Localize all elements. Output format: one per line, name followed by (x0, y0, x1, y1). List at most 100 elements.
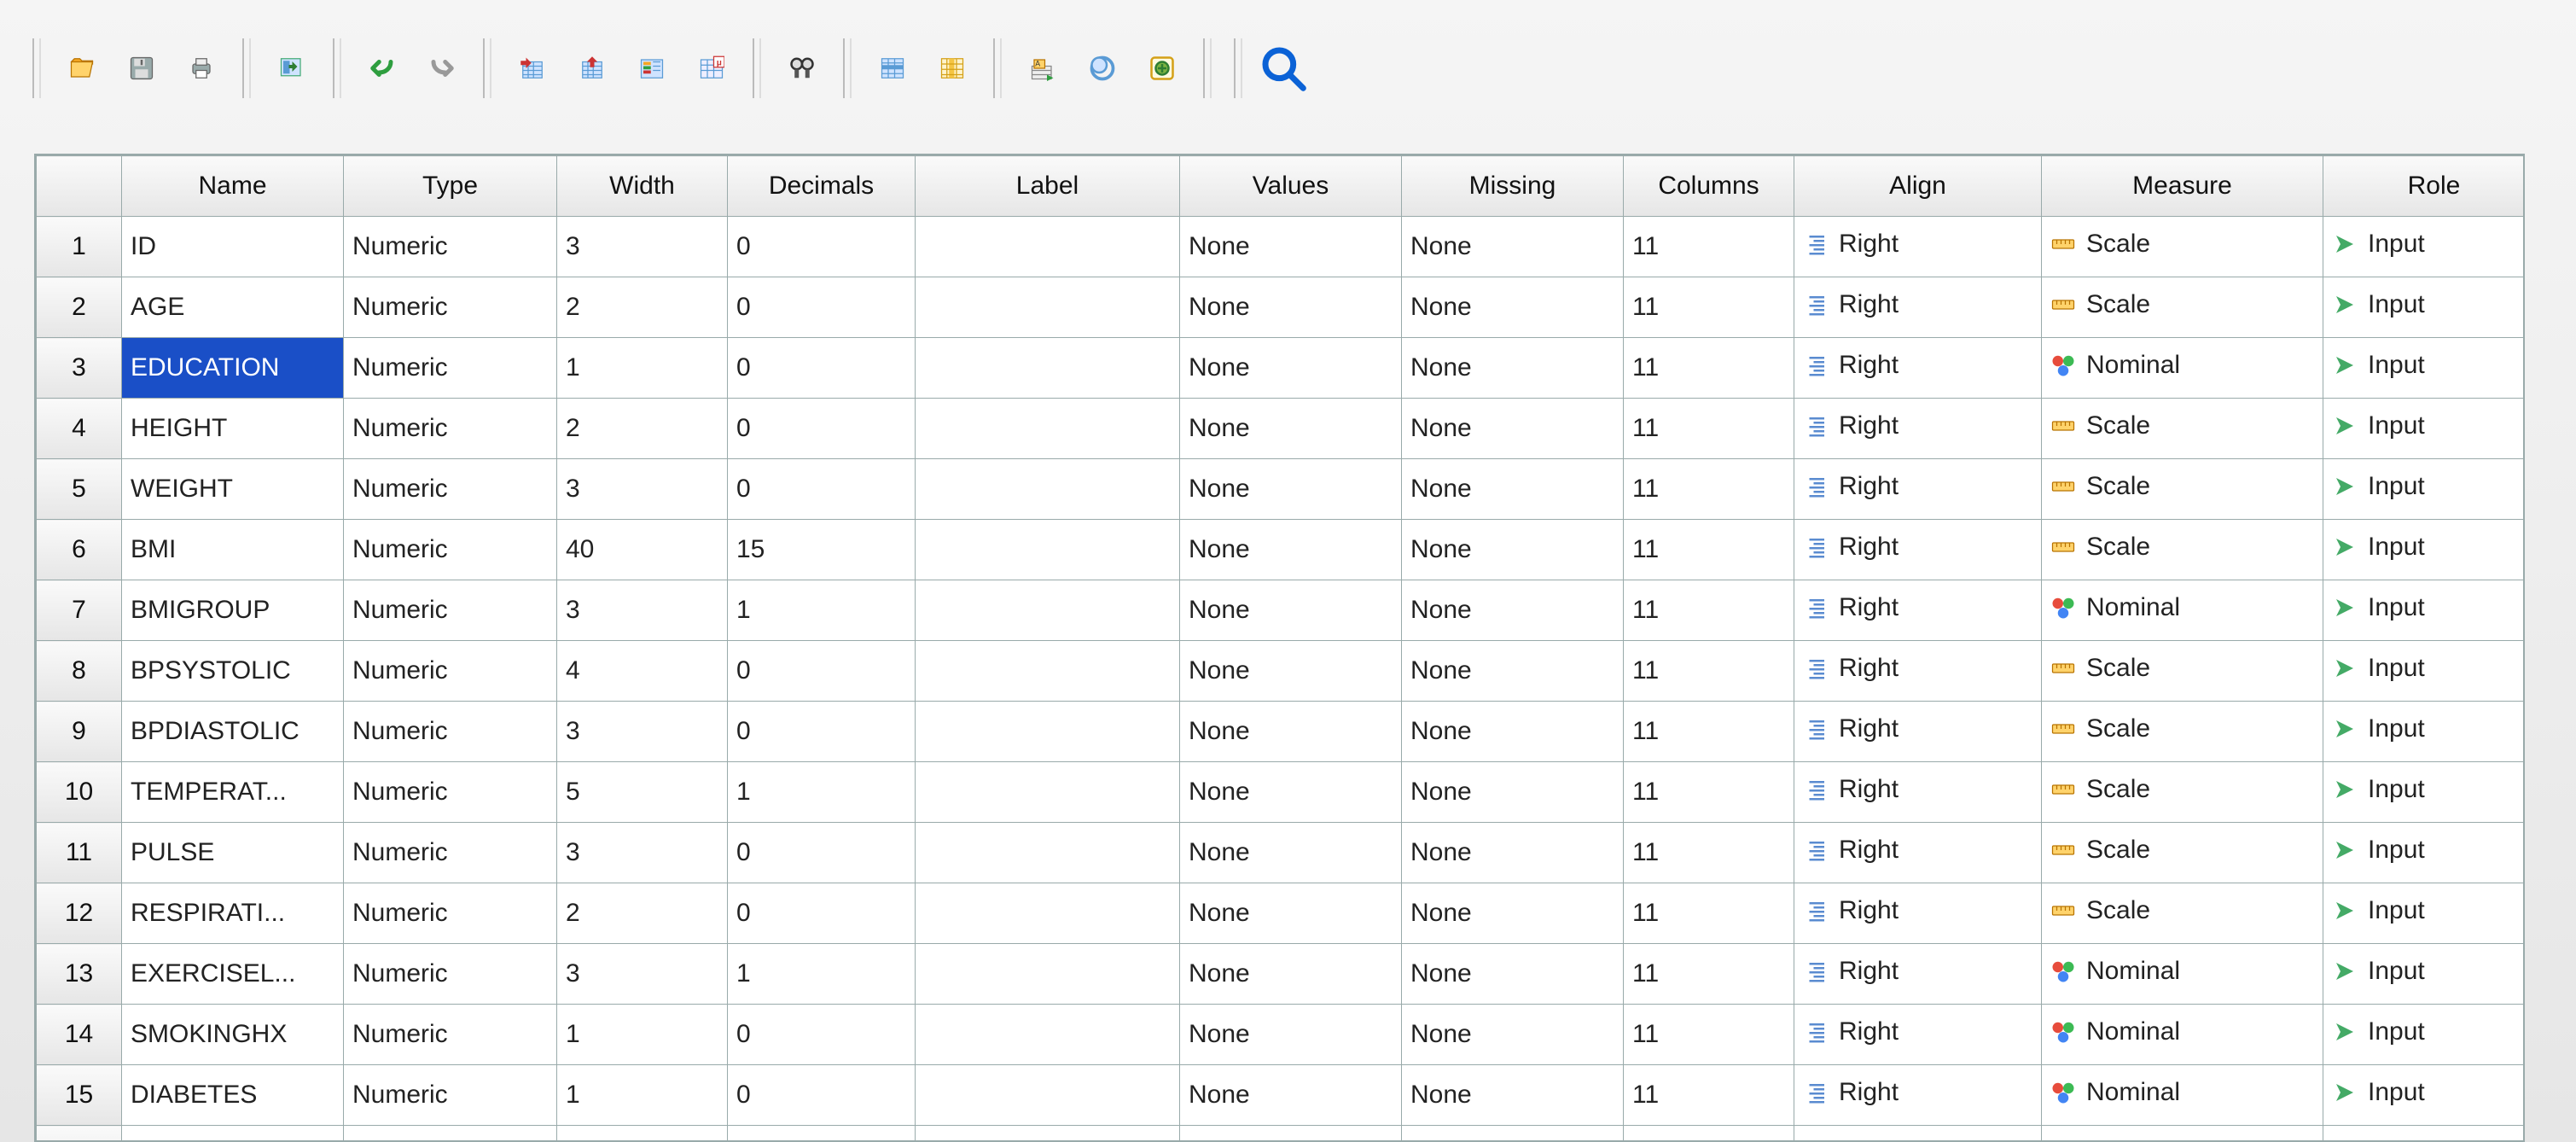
cell-missing[interactable]: None (1402, 277, 1624, 338)
table-row[interactable]: 6BMINumeric4015NoneNone11RightScaleInput (37, 520, 2526, 580)
cell-missing[interactable] (1402, 1126, 1624, 1142)
cell-decimals[interactable]: 0 (728, 277, 916, 338)
cell-values[interactable]: None (1180, 277, 1402, 338)
row-header[interactable]: 11 (37, 823, 122, 883)
cell-missing[interactable]: None (1402, 702, 1624, 762)
cell-align[interactable]: Right (1794, 338, 2042, 399)
col-header-align[interactable]: Align (1794, 156, 2042, 217)
cell-type[interactable]: Numeric (344, 1065, 557, 1126)
cell-name[interactable]: BMIGROUP (122, 580, 344, 641)
cell-type[interactable]: Numeric (344, 399, 557, 459)
cell-width[interactable]: 2 (557, 277, 728, 338)
cell-measure[interactable]: Scale (2042, 459, 2323, 520)
cell-measure[interactable] (2042, 1126, 2323, 1142)
cell-label[interactable] (916, 1065, 1180, 1126)
table-row[interactable]: 4HEIGHTNumeric20NoneNone11RightScaleInpu… (37, 399, 2526, 459)
cell-width[interactable]: 2 (557, 399, 728, 459)
cell-role[interactable]: Input (2323, 338, 2526, 399)
cell-values[interactable]: None (1180, 580, 1402, 641)
cell-width[interactable]: 3 (557, 702, 728, 762)
cell-measure[interactable]: Scale (2042, 641, 2323, 702)
print-button[interactable] (176, 43, 227, 94)
cell-columns[interactable] (1624, 1126, 1794, 1142)
cell-decimals[interactable]: 0 (728, 1065, 916, 1126)
run-descriptives-button[interactable]: μ (686, 43, 737, 94)
cell-name[interactable]: EXERCISEL... (122, 944, 344, 1005)
search-button[interactable] (1258, 43, 1309, 94)
col-header-missing[interactable]: Missing (1402, 156, 1624, 217)
cell-label[interactable] (916, 944, 1180, 1005)
cell-align[interactable]: Right (1794, 1065, 2042, 1126)
cell-values[interactable]: None (1180, 459, 1402, 520)
goto-variable-button[interactable] (567, 43, 618, 94)
col-header-measure[interactable]: Measure (2042, 156, 2323, 217)
table-row[interactable]: 3EDUCATIONNumeric10NoneNone11RightNomina… (37, 338, 2526, 399)
row-header[interactable]: 14 (37, 1005, 122, 1065)
save-button[interactable] (116, 43, 167, 94)
cell-columns[interactable]: 11 (1624, 762, 1794, 823)
cell-measure[interactable]: Scale (2042, 217, 2323, 277)
cell-values[interactable]: None (1180, 823, 1402, 883)
col-header-columns[interactable]: Columns (1624, 156, 1794, 217)
cell-name[interactable]: BPDIASTOLIC (122, 702, 344, 762)
cell-columns[interactable]: 11 (1624, 399, 1794, 459)
cell-name[interactable]: AGE (122, 277, 344, 338)
insert-variable-button[interactable] (927, 43, 978, 94)
cell-role[interactable]: Input (2323, 520, 2526, 580)
cell-measure[interactable]: Scale (2042, 883, 2323, 944)
row-header[interactable]: 9 (37, 702, 122, 762)
cell-columns[interactable]: 11 (1624, 580, 1794, 641)
cell-type[interactable]: Numeric (344, 641, 557, 702)
undo-button[interactable] (357, 43, 408, 94)
cell-role[interactable]: Input (2323, 702, 2526, 762)
col-header-label[interactable]: Label (916, 156, 1180, 217)
cell-role[interactable]: Input (2323, 1065, 2526, 1126)
cell-label[interactable] (916, 217, 1180, 277)
cell-label[interactable] (916, 399, 1180, 459)
table-row[interactable]: 13EXERCISEL...Numeric31NoneNone11RightNo… (37, 944, 2526, 1005)
table-row[interactable]: 15DIABETESNumeric10NoneNone11RightNomina… (37, 1065, 2526, 1126)
cell-type[interactable]: Numeric (344, 217, 557, 277)
cell-values[interactable]: None (1180, 641, 1402, 702)
row-header[interactable]: 13 (37, 944, 122, 1005)
cell-measure[interactable]: Scale (2042, 520, 2323, 580)
cell-decimals[interactable]: 0 (728, 883, 916, 944)
table-row[interactable]: 11PULSENumeric30NoneNone11RightScaleInpu… (37, 823, 2526, 883)
cell-decimals[interactable]: 1 (728, 580, 916, 641)
variable-view-grid[interactable]: Name Type Width Decimals Label Values Mi… (34, 154, 2525, 1142)
redo-button[interactable] (416, 43, 468, 94)
split-file-button[interactable]: A (1017, 43, 1068, 94)
table-row[interactable]: 8BPSYSTOLICNumeric40NoneNone11RightScale… (37, 641, 2526, 702)
cell-width[interactable]: 8 (557, 1126, 728, 1142)
cell-align[interactable] (1794, 1126, 2042, 1142)
table-row[interactable]: 1IDNumeric30NoneNone11RightScaleInput (37, 217, 2526, 277)
cell-missing[interactable]: None (1402, 883, 1624, 944)
cell-values[interactable]: None (1180, 399, 1402, 459)
row-header[interactable]: 12 (37, 883, 122, 944)
cell-measure[interactable]: Nominal (2042, 944, 2323, 1005)
cell-align[interactable]: Right (1794, 520, 2042, 580)
corner-cell[interactable] (37, 156, 122, 217)
cell-align[interactable]: Right (1794, 217, 2042, 277)
table-row[interactable]: 10TEMPERAT...Numeric51NoneNone11RightSca… (37, 762, 2526, 823)
cell-decimals[interactable]: 1 (728, 762, 916, 823)
cell-label[interactable] (916, 883, 1180, 944)
cell-decimals[interactable]: 0 (728, 338, 916, 399)
variables-button[interactable] (626, 43, 677, 94)
row-header[interactable]: 7 (37, 580, 122, 641)
cell-measure[interactable]: Scale (2042, 399, 2323, 459)
cell-values[interactable]: None (1180, 1005, 1402, 1065)
cell-type[interactable]: Numeric (344, 1126, 557, 1142)
cell-width[interactable]: 1 (557, 1065, 728, 1126)
cell-role[interactable]: Input (2323, 580, 2526, 641)
cell-measure[interactable]: Nominal (2042, 1005, 2323, 1065)
cell-role[interactable] (2323, 1126, 2526, 1142)
cell-label[interactable] (916, 459, 1180, 520)
row-header[interactable]: 10 (37, 762, 122, 823)
cell-width[interactable]: 4 (557, 641, 728, 702)
cell-columns[interactable]: 11 (1624, 641, 1794, 702)
row-header[interactable]: 8 (37, 641, 122, 702)
cell-type[interactable]: Numeric (344, 944, 557, 1005)
col-header-type[interactable]: Type (344, 156, 557, 217)
cell-align[interactable]: Right (1794, 277, 2042, 338)
